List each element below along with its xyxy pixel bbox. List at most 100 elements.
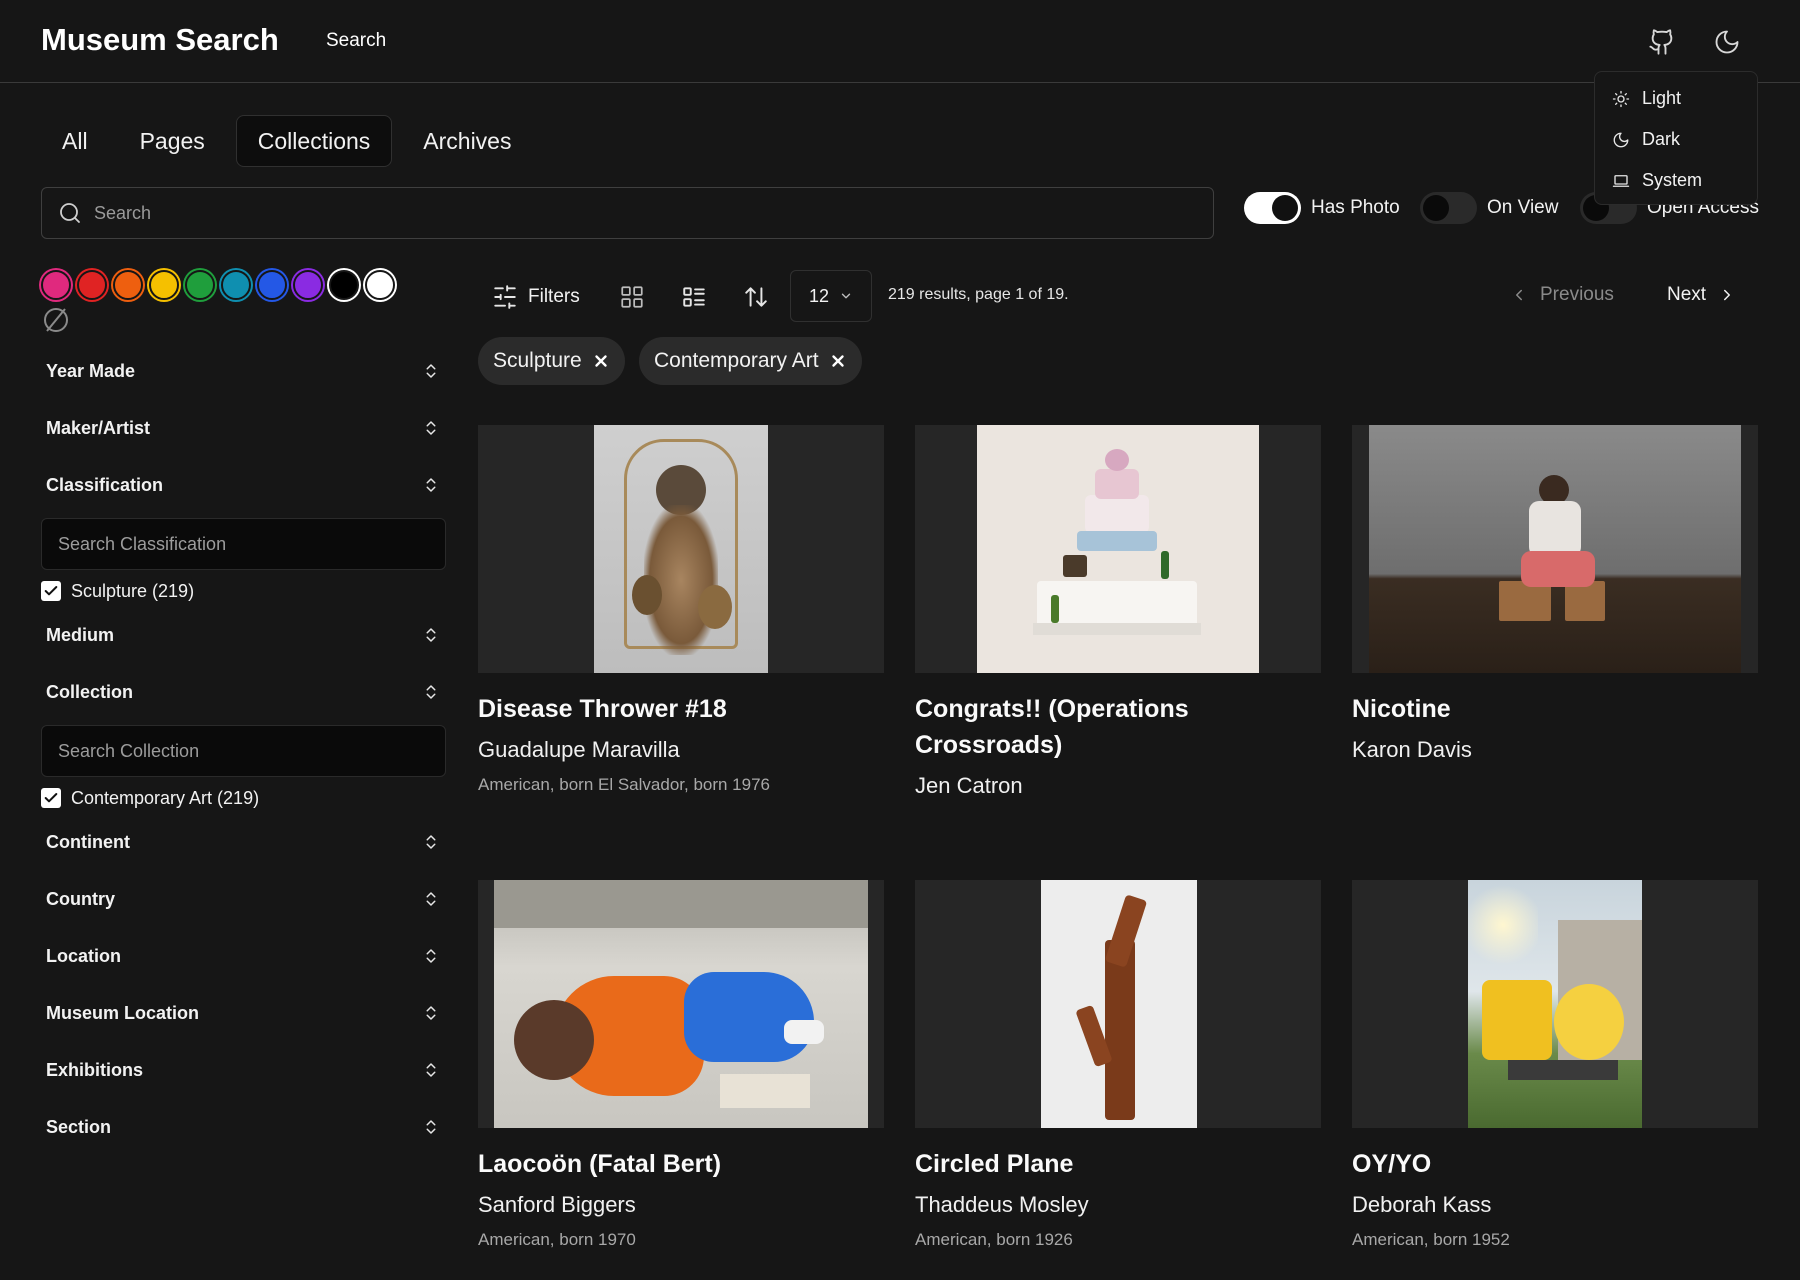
- color-swatch[interactable]: [329, 270, 359, 300]
- color-swatch[interactable]: [113, 270, 143, 300]
- artwork-image[interactable]: [915, 880, 1321, 1128]
- filter-chip-sculpture: Sculpture: [478, 337, 625, 385]
- color-swatch[interactable]: [185, 270, 215, 300]
- facet-label: Maker/Artist: [46, 417, 151, 438]
- close-icon[interactable]: [592, 352, 610, 370]
- on-view-toggle-group: On View: [1420, 192, 1558, 224]
- facet-country[interactable]: Country: [41, 879, 446, 919]
- search-icon: [60, 203, 80, 223]
- chevron-left-icon: [1516, 289, 1522, 301]
- facet-collection[interactable]: Collection: [41, 672, 446, 712]
- color-swatch[interactable]: [41, 270, 71, 300]
- github-icon[interactable]: [1642, 22, 1682, 62]
- artwork-card[interactable]: Nicotine Karon Davis: [1352, 425, 1758, 763]
- site-logo[interactable]: Museum Search: [41, 22, 279, 58]
- sort-arrows-icon: [745, 287, 767, 307]
- facet-section[interactable]: Section: [41, 1107, 446, 1147]
- chevrons-up-down-icon: [426, 1063, 436, 1077]
- color-swatch[interactable]: [149, 270, 179, 300]
- theme-option-dark[interactable]: Dark: [1595, 119, 1757, 160]
- facet-continent[interactable]: Continent: [41, 822, 446, 862]
- collection-search-input[interactable]: [58, 740, 418, 762]
- artwork-title[interactable]: OY/YO: [1352, 1146, 1758, 1182]
- next-button[interactable]: Next: [1667, 280, 1736, 310]
- chevrons-up-down-icon: [426, 478, 436, 492]
- artist-meta: American, born El Salvador, born 1976: [478, 775, 771, 794]
- tab-collections[interactable]: Collections: [235, 115, 393, 167]
- no-color-icon[interactable]: [41, 305, 71, 335]
- facet-classification[interactable]: Classification: [41, 465, 446, 505]
- artwork-title[interactable]: Circled Plane: [915, 1146, 1321, 1182]
- facet-maker-artist[interactable]: Maker/Artist: [41, 408, 446, 448]
- top-header: Museum Search Search: [0, 0, 1800, 83]
- close-icon[interactable]: [829, 352, 847, 370]
- artist-meta: American, born 1970: [478, 1230, 636, 1249]
- filters-button[interactable]: Filters: [492, 275, 580, 319]
- chevron-right-icon: [1724, 289, 1731, 301]
- artwork-card[interactable]: Disease Thrower #18 Guadalupe Maravilla …: [478, 425, 884, 795]
- checkbox-checked[interactable]: [41, 581, 61, 601]
- chevrons-up-down-icon: [426, 835, 436, 849]
- facet-exhibitions[interactable]: Exhibitions: [41, 1050, 446, 1090]
- per-page-select[interactable]: 12: [790, 270, 872, 322]
- list-icon: [683, 287, 705, 307]
- artwork-image[interactable]: [1352, 425, 1758, 673]
- moon-icon[interactable]: [1707, 22, 1747, 62]
- tab-archives[interactable]: Archives: [402, 115, 532, 167]
- chip-label: Contemporary Art: [654, 349, 819, 372]
- color-swatch[interactable]: [77, 270, 107, 300]
- facet-label: Year Made: [46, 360, 136, 381]
- color-swatch[interactable]: [293, 270, 323, 300]
- classification-option[interactable]: Sculpture (219): [41, 578, 194, 604]
- search-input[interactable]: [94, 202, 1174, 224]
- artwork-card[interactable]: OY/YO Deborah Kass American, born 1952: [1352, 880, 1758, 1250]
- artwork-image[interactable]: [915, 425, 1321, 673]
- artwork-title[interactable]: Laocoön (Fatal Bert): [478, 1146, 884, 1182]
- tab-all[interactable]: All: [41, 115, 109, 167]
- artwork-title[interactable]: Nicotine: [1352, 691, 1758, 727]
- grid-view-button[interactable]: [619, 275, 645, 319]
- facet-year-made[interactable]: Year Made: [41, 351, 446, 391]
- facet-label: Country: [46, 888, 115, 909]
- color-swatch[interactable]: [221, 270, 251, 300]
- checkbox-checked[interactable]: [41, 788, 61, 808]
- theme-option-light[interactable]: Light: [1595, 78, 1757, 119]
- artwork-title[interactable]: Congrats!! (Operations Crossroads): [915, 691, 1321, 763]
- collection-search: [41, 725, 446, 777]
- collection-option[interactable]: Contemporary Art (219): [41, 785, 259, 811]
- toggle-label: On View: [1487, 197, 1559, 218]
- facet-museum-location[interactable]: Museum Location: [41, 993, 446, 1033]
- facet-location[interactable]: Location: [41, 936, 446, 976]
- option-label: Sculpture (219): [71, 580, 195, 601]
- facet-label: Classification: [46, 474, 164, 495]
- color-swatch[interactable]: [257, 270, 287, 300]
- list-view-button[interactable]: [681, 275, 707, 319]
- artwork-card[interactable]: Circled Plane Thaddeus Mosley American, …: [915, 880, 1321, 1250]
- nav-search-link[interactable]: Search: [326, 30, 386, 52]
- search-bar: [41, 187, 1214, 239]
- artwork-card[interactable]: Laocoön (Fatal Bert) Sanford Biggers Ame…: [478, 880, 884, 1250]
- facet-label: Collection: [46, 681, 134, 702]
- results-count: 219 results, page 1 of 19.: [888, 286, 1069, 303]
- classification-search-input[interactable]: [58, 533, 418, 555]
- has-photo-toggle[interactable]: [1244, 192, 1301, 224]
- chevrons-up-down-icon: [426, 892, 436, 906]
- artwork-artist: Sanford Biggers: [478, 1192, 636, 1217]
- on-view-toggle[interactable]: [1420, 192, 1477, 224]
- artwork-title[interactable]: Disease Thrower #18: [478, 691, 884, 727]
- artwork-image[interactable]: [478, 425, 884, 673]
- theme-option-system[interactable]: System: [1595, 160, 1757, 201]
- facet-label: Exhibitions: [46, 1059, 144, 1080]
- sun-icon: [1612, 90, 1630, 107]
- theme-option-label: Dark: [1642, 129, 1681, 149]
- artwork-card[interactable]: Congrats!! (Operations Crossroads) Jen C…: [915, 425, 1321, 799]
- color-swatch[interactable]: [365, 270, 395, 300]
- chevrons-up-down-icon: [426, 1120, 436, 1134]
- artwork-image[interactable]: [478, 880, 884, 1128]
- previous-button[interactable]: Previous: [1510, 280, 1614, 310]
- facet-medium[interactable]: Medium: [41, 615, 446, 655]
- sort-button[interactable]: [743, 275, 769, 319]
- tab-pages[interactable]: Pages: [119, 115, 226, 167]
- artwork-image[interactable]: [1352, 880, 1758, 1128]
- filters-label: Filters: [528, 286, 580, 307]
